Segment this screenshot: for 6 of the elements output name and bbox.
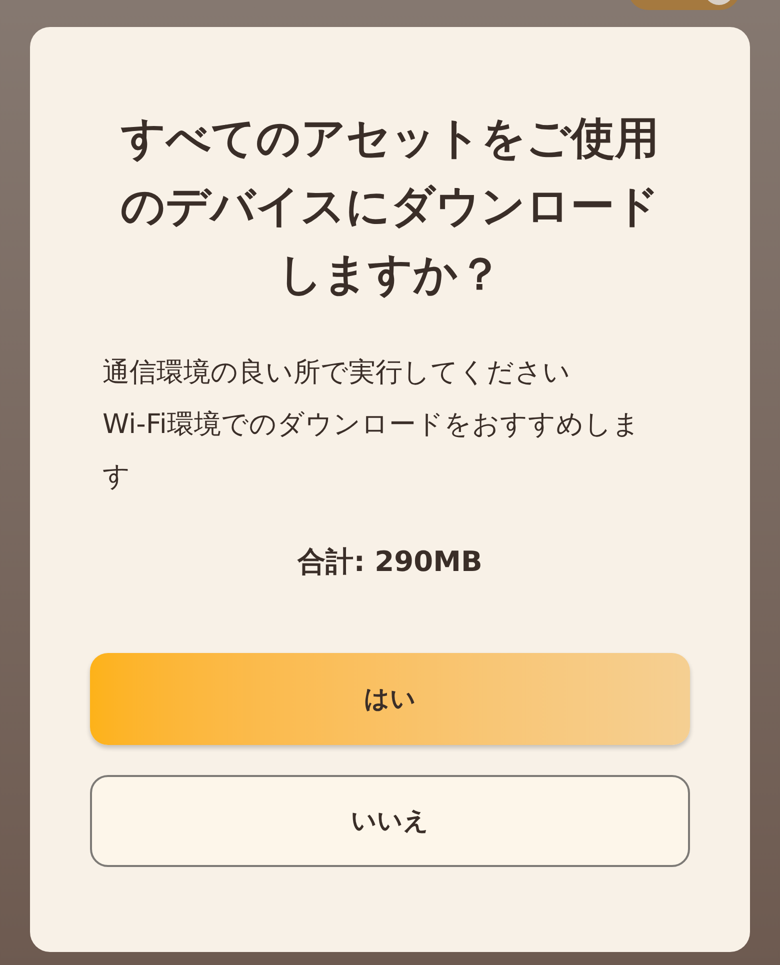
message-text: Wi-Fi環境でのダウンロードをおすすめします [102,408,641,494]
dialog-title: すべてのアセットをご使用のデバイスにダウンロードしますか？ [120,112,660,302]
yes-button[interactable]: はい [90,653,690,745]
total-size-text: 合計: 290MB [298,544,482,580]
message-text: 通信環境の良い所で実行してください [102,356,572,390]
no-button[interactable]: いいえ [90,775,690,867]
